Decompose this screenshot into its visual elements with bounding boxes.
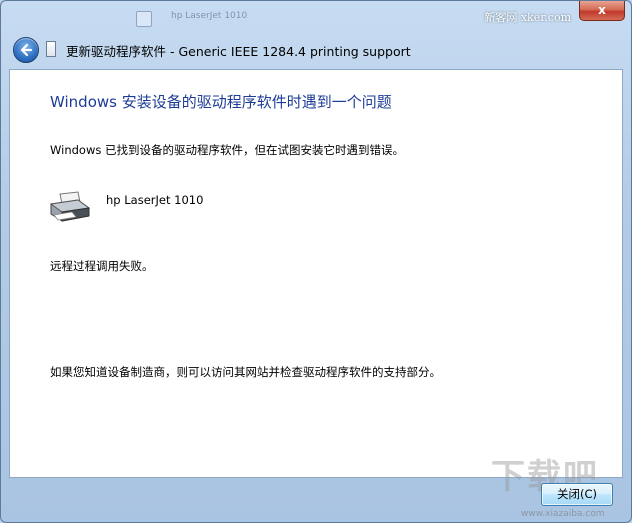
window-title: 更新驱动程序软件 - Generic IEEE 1284.4 printing … <box>66 44 411 59</box>
driver-update-window: hp LaserJet 1010 新客网 xker.com x 更新驱动程序软件… <box>0 0 632 523</box>
content-panel: Windows 安装设备的驱动程序软件时遇到一个问题 Windows 已找到设备… <box>9 69 623 478</box>
printer-icon <box>49 191 91 222</box>
back-arrow-icon <box>20 43 33 57</box>
device-name: hp LaserJet 1010 <box>106 193 204 207</box>
status-message: Windows 已找到设备的驱动程序软件，但在试图安装它时遇到错误。 <box>50 143 404 157</box>
driver-window-icon <box>46 41 56 57</box>
error-message: 远程过程调用失败。 <box>50 259 154 273</box>
window-close-button[interactable]: x <box>579 1 625 21</box>
help-text: 如果您知道设备制造商，则可以访问其网站并检查驱动程序软件的支持部分。 <box>50 365 441 379</box>
background-window-icon <box>136 11 152 27</box>
close-button[interactable]: 关闭(C) <box>541 483 613 506</box>
page-heading: Windows 安装设备的驱动程序软件时遇到一个问题 <box>50 93 392 111</box>
watermark-text: 新客网 xker.com <box>484 11 571 24</box>
back-button[interactable] <box>13 37 39 63</box>
background-window-title: hp LaserJet 1010 <box>171 11 248 21</box>
watermark-url: www.xiazaiba.com <box>521 509 605 519</box>
